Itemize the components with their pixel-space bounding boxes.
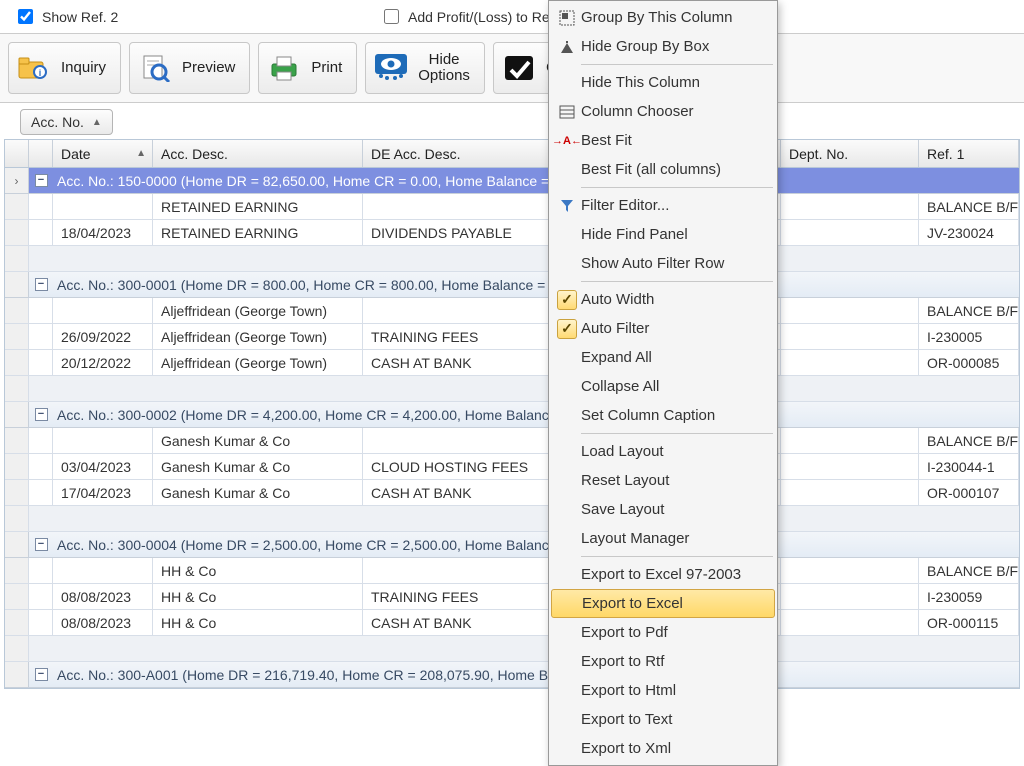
ctx-expand-all[interactable]: Expand All — [549, 343, 777, 372]
grid-header: Date▲ Acc. Desc. DE Acc. Desc. Dept. No.… — [5, 140, 1019, 168]
ctx-best-fit-all[interactable]: Best Fit (all columns) — [549, 155, 777, 184]
ctx-export-xml[interactable]: Export to Xml — [549, 734, 777, 763]
table-row[interactable]: 08/08/2023HH & CoTRAINING FEESI-230059 — [5, 584, 1019, 610]
ctx-export-text[interactable]: Export to Text — [549, 705, 777, 734]
column-chooser-icon — [553, 100, 581, 124]
table-row[interactable]: 17/04/2023Ganesh Kumar & CoCASH AT BANKO… — [5, 480, 1019, 506]
table-row[interactable]: 20/12/2022Aljeffridean (George Town)CASH… — [5, 350, 1019, 376]
group-row[interactable]: −Acc. No.: 300-A001 (Home DR = 216,719.4… — [5, 662, 1019, 688]
column-context-menu: Group By This Column Hide Group By Box H… — [548, 0, 778, 766]
ctx-export-rtf[interactable]: Export to Rtf — [549, 647, 777, 676]
svg-text:i: i — [39, 68, 42, 78]
toolbar: i Inquiry Preview Print HideOptions Crit… — [0, 33, 1024, 103]
ctx-best-fit[interactable]: →A←Best Fit — [549, 126, 777, 155]
table-row[interactable]: Aljeffridean (George Town)BALANCE B/F — [5, 298, 1019, 324]
group-by-icon — [553, 6, 581, 30]
ctx-set-caption[interactable]: Set Column Caption — [549, 401, 777, 430]
ctx-hide-groupbox[interactable]: Hide Group By Box — [549, 32, 777, 61]
ctx-collapse-all[interactable]: Collapse All — [549, 372, 777, 401]
col-expand[interactable] — [29, 140, 53, 167]
group-chip-label: Acc. No. — [31, 114, 84, 130]
table-row[interactable]: 03/04/2023Ganesh Kumar & CoCLOUD HOSTING… — [5, 454, 1019, 480]
ctx-group-by[interactable]: Group By This Column — [549, 3, 777, 32]
table-row[interactable]: 08/08/2023HH & CoCASH AT BANKOR-000115 — [5, 610, 1019, 636]
check-icon: ✓ — [557, 319, 577, 339]
group-row[interactable]: ›−Acc. No.: 150-0000 (Home DR = 82,650.0… — [5, 168, 1019, 194]
collapse-icon[interactable]: − — [35, 538, 48, 551]
hide-options-label: HideOptions — [418, 52, 470, 85]
show-ref2-checkbox[interactable] — [18, 9, 33, 24]
table-row[interactable]: 18/04/2023RETAINED EARNINGDIVIDENDS PAYA… — [5, 220, 1019, 246]
preview-icon — [138, 51, 172, 85]
ctx-save-layout[interactable]: Save Layout — [549, 495, 777, 524]
ctx-auto-filter[interactable]: ✓Auto Filter — [549, 314, 777, 343]
print-icon — [267, 51, 301, 85]
group-row[interactable]: −Acc. No.: 300-0002 (Home DR = 4,200.00,… — [5, 402, 1019, 428]
collapse-icon[interactable]: − — [35, 174, 48, 187]
sort-asc-icon: ▲ — [136, 148, 146, 159]
ctx-hide-find[interactable]: Hide Find Panel — [549, 220, 777, 249]
ctx-load-layout[interactable]: Load Layout — [549, 437, 777, 466]
col-dept[interactable]: Dept. No. — [781, 140, 919, 167]
collapse-icon[interactable]: − — [35, 408, 48, 421]
group-by-panel[interactable]: Acc. No. ▲ — [0, 103, 1024, 139]
ledger-grid: Date▲ Acc. Desc. DE Acc. Desc. Dept. No.… — [4, 139, 1020, 689]
col-ref1[interactable]: Ref. 1 — [919, 140, 1019, 167]
ctx-hide-column[interactable]: Hide This Column — [549, 68, 777, 97]
group-row[interactable]: −Acc. No.: 300-0004 (Home DR = 2,500.00,… — [5, 532, 1019, 558]
ctx-reset-layout[interactable]: Reset Layout — [549, 466, 777, 495]
ctx-show-autofilter-row[interactable]: Show Auto Filter Row — [549, 249, 777, 278]
best-fit-icon: →A← — [553, 129, 581, 153]
inquiry-button[interactable]: i Inquiry — [8, 42, 121, 94]
check-icon: ✓ — [557, 290, 577, 310]
col-rowhandle[interactable] — [5, 140, 29, 167]
hide-groupbox-icon — [553, 35, 581, 59]
inquiry-icon: i — [17, 51, 51, 85]
col-accdesc[interactable]: Acc. Desc. — [153, 140, 363, 167]
ctx-export-xls[interactable]: Export to Excel — [551, 589, 775, 618]
ctx-column-chooser[interactable]: Column Chooser — [549, 97, 777, 126]
group-chip-accno[interactable]: Acc. No. ▲ — [20, 109, 113, 135]
ctx-export-html[interactable]: Export to Html — [549, 676, 777, 705]
group-row[interactable]: −Acc. No.: 300-0001 (Home DR = 800.00, H… — [5, 272, 1019, 298]
preview-button[interactable]: Preview — [129, 42, 250, 94]
ctx-layout-manager[interactable]: Layout Manager — [549, 524, 777, 553]
preview-label: Preview — [182, 60, 235, 77]
print-label: Print — [311, 60, 342, 77]
ctx-export-pdf[interactable]: Export to Pdf — [549, 618, 777, 647]
ctx-auto-width[interactable]: ✓Auto Width — [549, 285, 777, 314]
collapse-icon[interactable]: − — [35, 668, 48, 681]
inquiry-label: Inquiry — [61, 60, 106, 77]
col-date[interactable]: Date▲ — [53, 140, 153, 167]
collapse-icon[interactable]: − — [35, 278, 48, 291]
hide-options-button[interactable]: HideOptions — [365, 42, 485, 94]
show-ref2-label: Show Ref. 2 — [42, 9, 118, 25]
ctx-export-xls97[interactable]: Export to Excel 97-2003 — [549, 560, 777, 589]
criteria-icon — [502, 51, 536, 85]
filter-icon — [553, 194, 581, 218]
table-row[interactable]: Ganesh Kumar & CoBALANCE B/F — [5, 428, 1019, 454]
table-row[interactable]: HH & CoBALANCE B/F — [5, 558, 1019, 584]
sort-asc-icon: ▲ — [92, 117, 102, 128]
add-profit-checkbox[interactable] — [384, 9, 399, 24]
ctx-filter-editor[interactable]: Filter Editor... — [549, 191, 777, 220]
table-row[interactable]: RETAINED EARNINGBALANCE B/F — [5, 194, 1019, 220]
table-row[interactable]: 26/09/2022Aljeffridean (George Town)TRAI… — [5, 324, 1019, 350]
hide-options-icon — [374, 51, 408, 85]
print-button[interactable]: Print — [258, 42, 357, 94]
